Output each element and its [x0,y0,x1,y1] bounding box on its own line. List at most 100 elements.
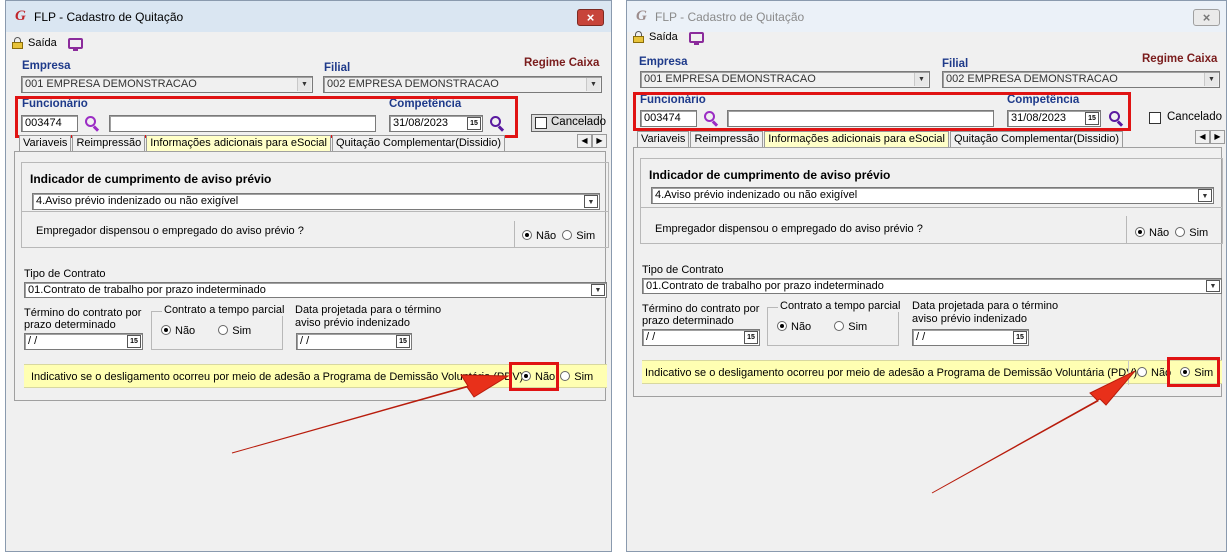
pdv-no-radio[interactable] [1137,367,1147,377]
tipo-contrato-select[interactable]: 01.Contrato de trabalho por prazo indete… [24,282,607,298]
dropdown-arrow-icon[interactable]: ▼ [591,284,605,296]
tab-variaveis[interactable]: Variaveis [19,135,72,151]
parcial-yes-label: Sim [232,325,252,337]
dropdown-arrow-icon[interactable]: ▼ [914,73,928,86]
tab-scroll-right-icon[interactable]: ▶ [1210,130,1225,144]
window-title: FLP - Cadastro de Quitação [34,9,184,24]
exit-button[interactable]: Saída [28,37,57,49]
highlight-box [15,96,518,138]
parcial-no-radio[interactable] [161,325,171,335]
cancelado-label: Cancelado [551,116,606,128]
app-logo-icon: G [15,8,26,24]
toolbar: Saída [6,32,611,54]
termino-label-2: prazo determinado [24,319,116,331]
pdv-yes-radio[interactable] [560,371,571,381]
data-projetada-label-1: Data projetada para o término [295,304,442,316]
parcial-no-label: Não [175,325,196,337]
parcial-yes-radio[interactable] [834,321,845,331]
tab-reimpressao[interactable]: Reimpressão [690,131,764,147]
empregador-no-radio[interactable] [522,230,532,240]
empresa-select[interactable]: 001 EMPRESA DEMONSTRACAO ▼ [640,71,930,88]
termino-label-1: Término do contrato por [642,303,760,315]
tipo-contrato-label: Tipo de Contrato [642,264,724,276]
pdv-yes-label: Sim [574,371,594,383]
aviso-group: Indicador de cumprimento de aviso prévio… [21,162,609,212]
parcial-yes-radio[interactable] [218,325,229,335]
lock-icon[interactable] [12,37,23,49]
empregador-radio-group: Não Sim [514,221,610,247]
cancelado-checkbox-area[interactable]: Cancelado [531,114,606,132]
close-button[interactable]: × [1193,9,1220,26]
cancelado-checkbox[interactable] [1149,112,1161,124]
title-bar: G FLP - Cadastro de Quitação × [6,1,611,32]
filial-select[interactable]: 002 EMPRESA DEMONSTRACAO ▼ [942,71,1220,88]
cancelado-checkbox[interactable] [535,117,547,129]
highlight-box [633,92,1131,131]
termino-label-2: prazo determinado [642,315,734,327]
close-button[interactable]: × [577,9,604,26]
tipo-contrato-select[interactable]: 01.Contrato de trabalho por prazo indete… [642,278,1222,294]
tab-scroll-left-icon[interactable]: ◀ [577,134,592,148]
parcial-group: Contrato a tempo parcial Não Sim [767,300,903,346]
tab-bar: Variaveis Reimpressão Informações adicio… [19,135,506,151]
tab-variaveis[interactable]: Variaveis [637,131,690,147]
exit-button[interactable]: Saída [649,31,678,43]
toolbar: Saída [627,26,1226,48]
data-projetada-label-1: Data projetada para o término [912,300,1059,312]
empregador-no-radio[interactable] [1135,227,1145,237]
dropdown-arrow-icon[interactable]: ▼ [1206,280,1220,292]
empresa-select[interactable]: 001 EMPRESA DEMONSTRACAO ▼ [21,76,313,93]
cancelado-label: Cancelado [1167,111,1222,123]
empregador-group: Empregador dispensou o empregado do avis… [640,208,1223,244]
dropdown-arrow-icon[interactable]: ▼ [584,195,598,208]
tab-esocial[interactable]: Informações adicionais para eSocial [146,135,331,151]
empregador-yes-radio[interactable] [562,230,573,240]
parcial-label: Contrato a tempo parcial [778,300,903,312]
monitor-icon[interactable] [67,37,83,51]
tab-esocial[interactable]: Informações adicionais para eSocial [764,131,949,147]
empregador-question: Empregador dispensou o empregado do avis… [655,223,923,235]
filial-label: Filial [324,62,351,74]
lock-icon[interactable] [633,31,644,43]
empregador-yes-radio[interactable] [1175,227,1186,237]
termino-date-field[interactable]: / /15 [642,329,760,346]
parcial-no-label: Não [791,321,812,333]
parcial-radio-group: Não Sim [777,321,867,333]
tab-quitacao-complementar[interactable]: Quitação Complementar(Dissidio) [949,131,1124,147]
empresa-label: Empresa [639,56,688,68]
tab-reimpressao[interactable]: Reimpressão [72,135,146,151]
monitor-icon[interactable] [688,31,704,45]
calendar-icon[interactable]: 15 [744,331,758,344]
quitacao-window-after: G FLP - Cadastro de Quitação × Saída Emp… [626,0,1227,552]
termino-label-1: Término do contrato por [24,307,142,319]
filial-select[interactable]: 002 EMPRESA DEMONSTRACAO ▼ [323,76,602,93]
empregador-no-label: Não [536,230,557,242]
dropdown-arrow-icon[interactable]: ▼ [297,78,311,91]
parcial-yes-label: Sim [848,321,868,333]
dropdown-arrow-icon[interactable]: ▼ [1198,189,1212,202]
termino-date-field[interactable]: / /15 [24,333,143,350]
parcial-radio-group: Não Sim [161,325,251,337]
calendar-icon[interactable]: 15 [1013,331,1027,344]
parcial-no-radio[interactable] [777,321,787,331]
highlight-box [1167,357,1220,387]
regime-caixa-label: Regime Caixa [524,57,600,69]
filial-label: Filial [942,58,969,70]
tab-scroll-right-icon[interactable]: ▶ [592,134,607,148]
aviso-select[interactable]: 4.Aviso prévio indenizado ou não exigíve… [651,187,1214,204]
tab-bar: Variaveis Reimpressão Informações adicio… [637,131,1124,147]
empregador-yes-label: Sim [576,230,596,242]
dropdown-arrow-icon[interactable]: ▼ [1204,73,1218,86]
calendar-icon[interactable]: 15 [127,335,141,348]
tab-quitacao-complementar[interactable]: Quitação Complementar(Dissidio) [331,135,506,151]
aviso-select[interactable]: 4.Aviso prévio indenizado ou não exigíve… [32,193,600,210]
empresa-label: Empresa [22,60,71,72]
data-projetada-field[interactable]: / /15 [296,333,412,350]
data-projetada-field[interactable]: / /15 [912,329,1029,346]
empregador-group: Empregador dispensou o empregado do avis… [21,212,609,248]
parcial-label: Contrato a tempo parcial [162,304,287,316]
empregador-question: Empregador dispensou o empregado do avis… [36,225,304,237]
calendar-icon[interactable]: 15 [396,335,410,348]
tab-scroll-left-icon[interactable]: ◀ [1195,130,1210,144]
dropdown-arrow-icon[interactable]: ▼ [586,78,600,91]
